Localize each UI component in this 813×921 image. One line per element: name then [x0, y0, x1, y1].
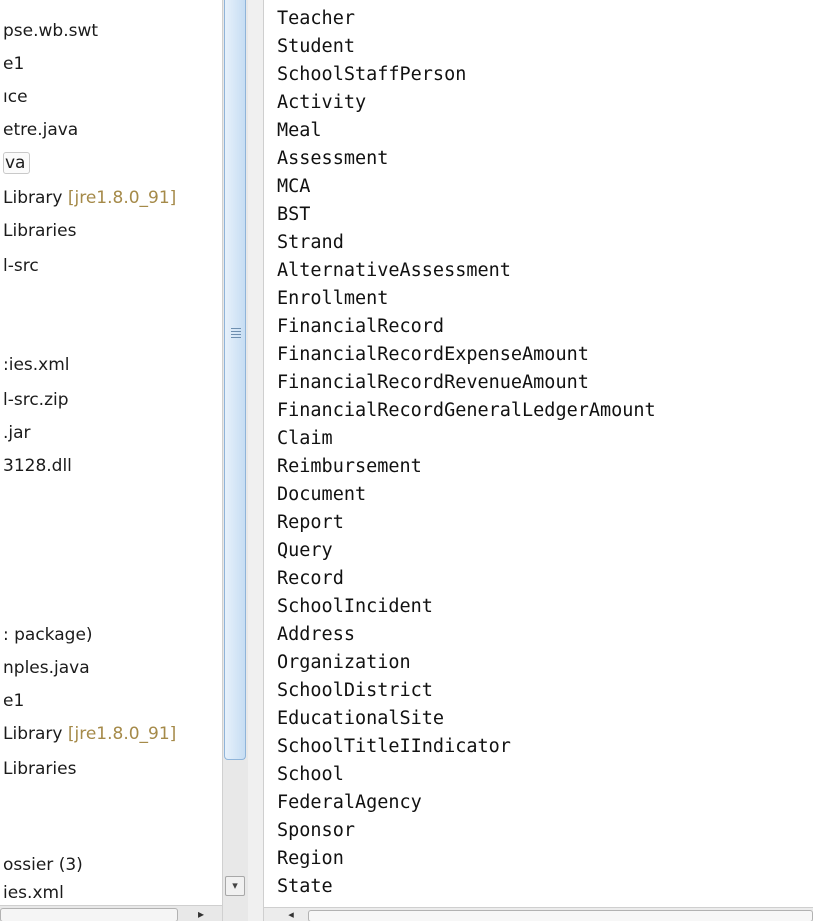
code-line: EducationalSite — [277, 708, 445, 729]
scroll-down-arrow-icon[interactable]: ▾ — [225, 876, 245, 896]
tree-item-label: e1 — [3, 691, 25, 711]
tree-item-label: Libraries — [3, 759, 77, 779]
code-line: State — [277, 876, 333, 897]
tree-item[interactable]: :ies.xml — [3, 352, 70, 378]
tree-item[interactable]: Libraries — [3, 756, 76, 782]
grip-icon — [231, 328, 241, 340]
tree-item-label: :ies.xml — [3, 355, 70, 375]
code-line: Strand — [277, 232, 344, 253]
code-line: Address — [277, 624, 355, 645]
tree-item[interactable]: etre.java — [3, 117, 78, 143]
code-line: Reimbursement — [277, 456, 422, 477]
code-line: Region — [277, 848, 344, 869]
tree-item-label: e1 — [3, 54, 25, 74]
tree-item[interactable]: ossier (3) — [3, 852, 83, 878]
code-line: School — [277, 764, 344, 785]
code-line: Claim — [277, 428, 333, 449]
code-line: Enrollment — [277, 288, 389, 309]
tree-item-decoration: [jre1.8.0_91] — [67, 724, 177, 744]
code-line: MCA — [277, 176, 311, 197]
code-line: FinancialRecordGeneralLedgerAmount — [277, 400, 656, 421]
tree-item-jre-library[interactable]: Library [jre1.8.0_91] — [3, 185, 176, 211]
scroll-left-arrow-icon[interactable]: ◂ — [280, 908, 302, 921]
code-line: Record — [277, 568, 344, 589]
code-line: Organization — [277, 652, 411, 673]
explorer-horizontal-scrollbar[interactable]: ▸ — [0, 905, 222, 921]
code-line: Query — [277, 540, 333, 561]
tree-item-label: : package) — [3, 625, 93, 645]
code-line: AlternativeAssessment — [277, 260, 511, 281]
code-line: FinancialRecordExpenseAmount — [277, 344, 589, 365]
code-line: FinancialRecord — [277, 316, 445, 337]
package-explorer: pse.wb.swt e1 ıce etre.java va Library [… — [0, 0, 222, 921]
code-line: Activity — [277, 92, 367, 113]
tree-item-label: nples.java — [3, 658, 90, 678]
tree-item[interactable]: ies.xml — [3, 880, 64, 906]
code-line: SchoolDistrict — [277, 680, 433, 701]
tree-item-label: pse.wb.swt — [3, 21, 99, 41]
code-editor[interactable]: Teacher Student SchoolStaffPerson Activi… — [264, 0, 813, 921]
tree-item-label: ıce — [3, 87, 28, 107]
tree-item-label: l-src.zip — [3, 390, 69, 410]
editor-horizontal-scrollbar[interactable]: ◂ — [264, 907, 813, 921]
tree-item[interactable]: e1 — [3, 51, 24, 77]
tree-item-label: 3128.dll — [3, 456, 72, 476]
tree-item-label: va — [3, 152, 31, 174]
tree-item-decoration: [jre1.8.0_91] — [67, 188, 177, 208]
explorer-vertical-scrollbar[interactable]: ▾ — [222, 0, 248, 921]
tree-item-label: Library — [3, 188, 68, 208]
tree-item-label: l-src — [3, 256, 39, 276]
tree-item[interactable]: l-src.zip — [3, 387, 69, 413]
tree-item[interactable]: .jar — [3, 420, 31, 446]
tree-item[interactable]: e1 — [3, 688, 24, 714]
tree-item-selected[interactable]: va — [3, 150, 31, 176]
tree-item-label: .jar — [3, 423, 31, 443]
tree-item[interactable]: : package) — [3, 622, 93, 648]
code-line: Assessment — [277, 148, 389, 169]
tree-item-label: etre.java — [3, 120, 79, 140]
code-line: SchoolIncident — [277, 596, 433, 617]
code-line: SchoolTitleIIndicator — [277, 736, 511, 757]
tree-item-label: ies.xml — [3, 883, 64, 903]
tree-item[interactable]: pse.wb.swt — [3, 18, 98, 44]
explorer-vscroll-thumb[interactable] — [224, 0, 246, 760]
code-line: Teacher — [277, 8, 355, 29]
tree-item-label: ossier (3) — [3, 855, 83, 875]
editor-hscroll-thumb[interactable] — [308, 910, 813, 921]
tree-item[interactable]: 3128.dll — [3, 453, 72, 479]
code-line: Sponsor — [277, 820, 355, 841]
scroll-right-arrow-icon[interactable]: ▸ — [186, 906, 216, 921]
tree-item[interactable]: l-src — [3, 253, 39, 279]
tree-item[interactable]: nples.java — [3, 655, 90, 681]
tree-item-label: Library — [3, 724, 68, 744]
tree-item-label: Libraries — [3, 221, 77, 241]
code-line: FederalAgency — [277, 792, 422, 813]
code-line: Student — [277, 36, 355, 57]
code-line: Report — [277, 512, 344, 533]
tree-item-jre-library[interactable]: Library [jre1.8.0_91] — [3, 721, 176, 747]
code-line: Document — [277, 484, 367, 505]
code-line: FinancialRecordRevenueAmount — [277, 372, 589, 393]
code-line: BST — [277, 204, 311, 225]
pane-divider[interactable] — [248, 0, 264, 921]
tree-item[interactable]: ıce — [3, 84, 28, 110]
code-line: Meal — [277, 120, 322, 141]
tree-item[interactable]: Libraries — [3, 218, 76, 244]
code-line: SchoolStaffPerson — [277, 64, 467, 85]
explorer-hscroll-thumb[interactable] — [0, 908, 178, 921]
